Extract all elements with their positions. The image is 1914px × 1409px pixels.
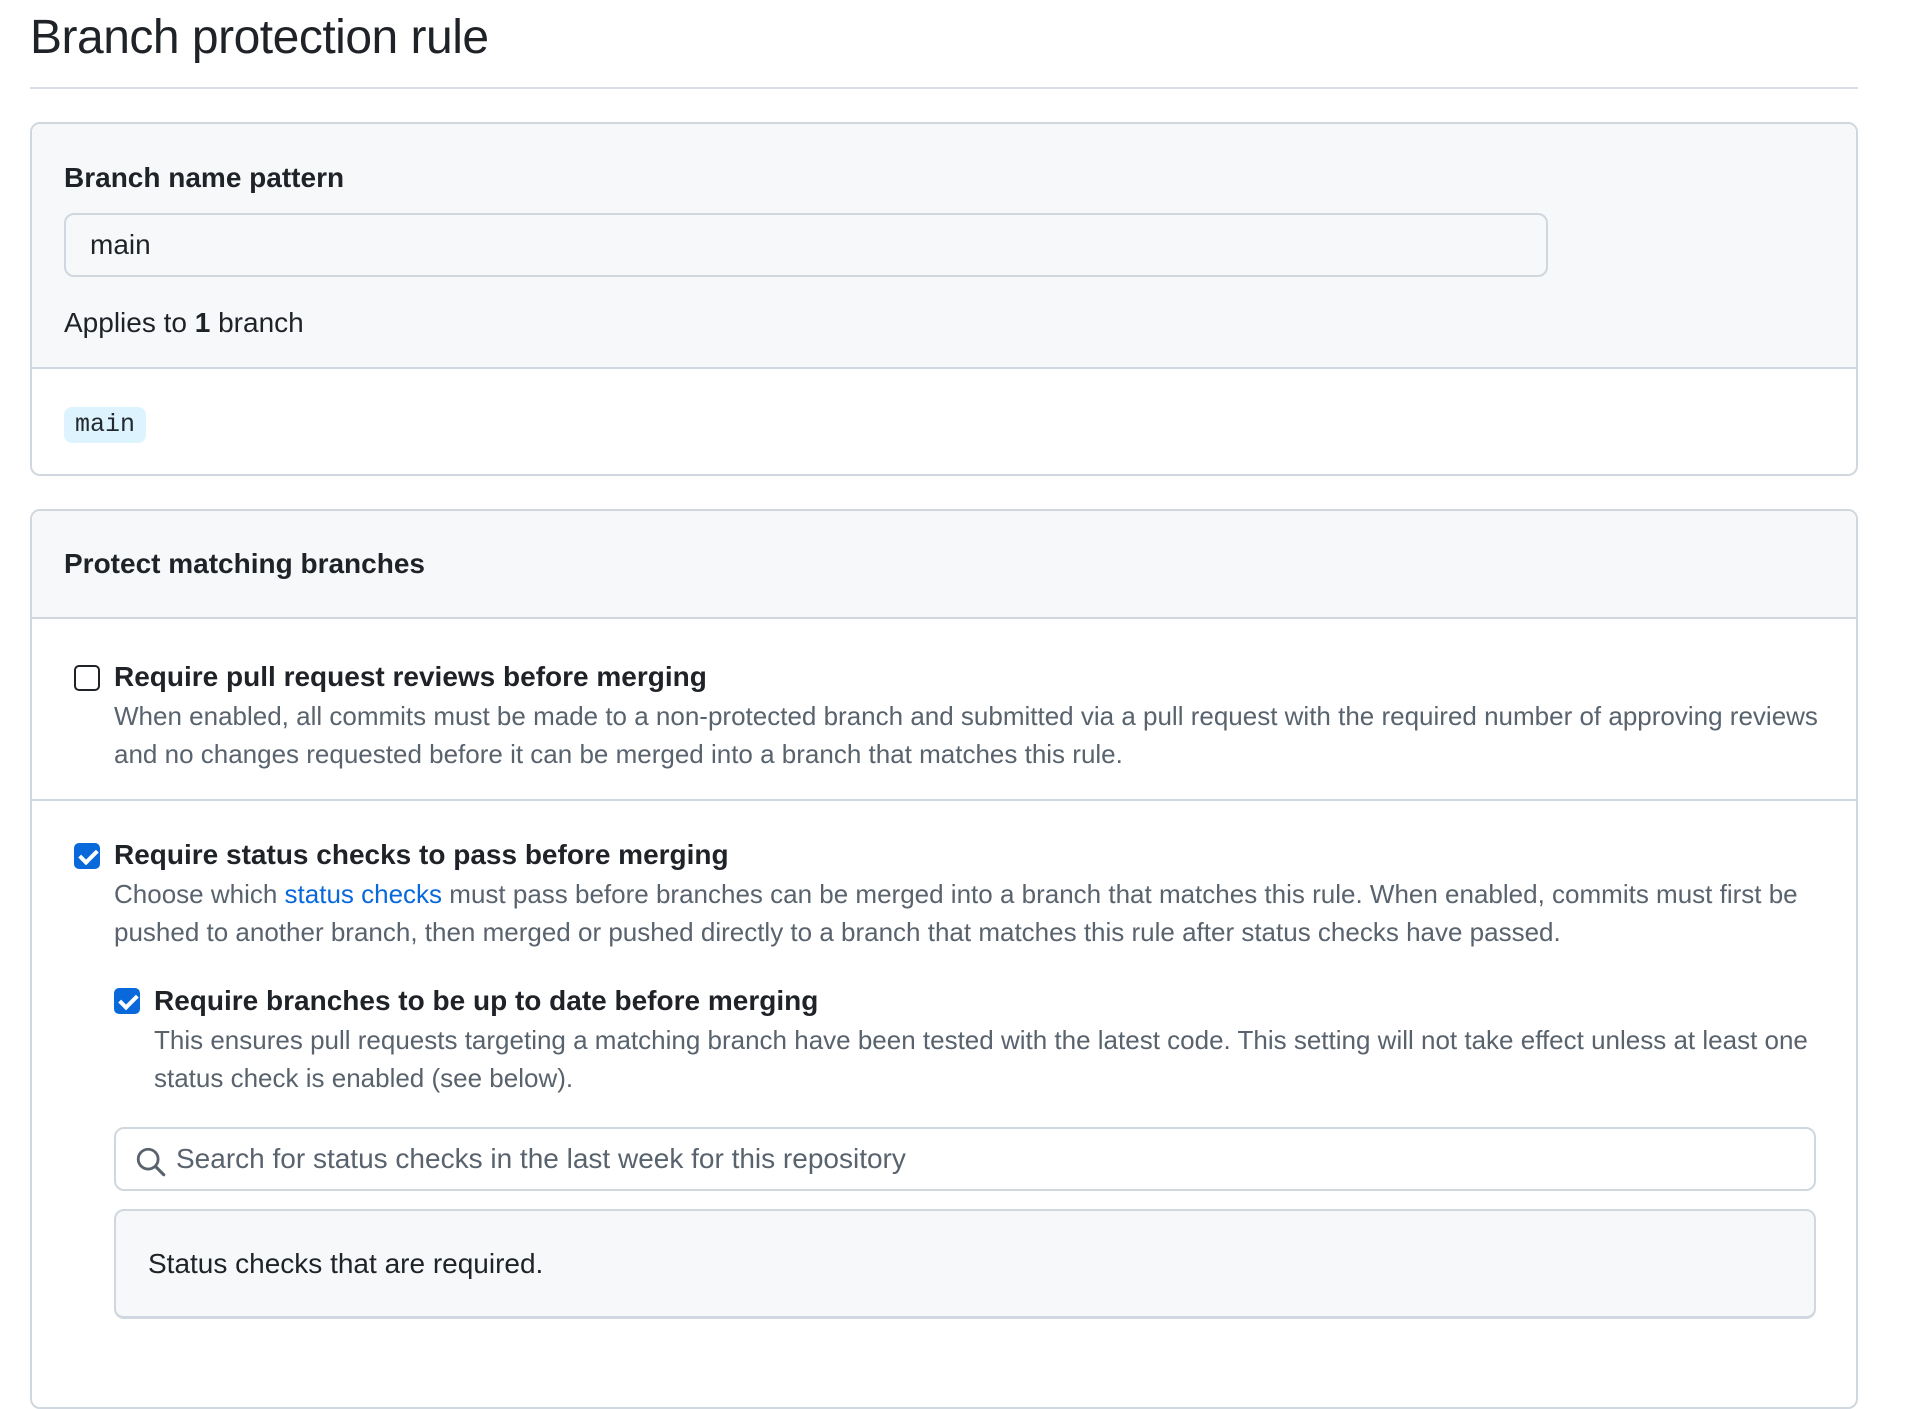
require-up-to-date-option: Require branches to be up to date before…	[114, 981, 1856, 1097]
required-status-checks-panel: Status checks that are required.	[114, 1209, 1816, 1319]
require-status-checks-option: Require status checks to pass before mer…	[32, 801, 1856, 1319]
require-status-checks-checkbox[interactable]	[74, 843, 100, 869]
applies-suffix: branch	[218, 307, 304, 338]
require-pr-reviews-description: When enabled, all commits must be made t…	[114, 701, 1818, 769]
status-checks-link[interactable]: status checks	[285, 879, 443, 909]
branch-name-pattern-input[interactable]	[64, 213, 1548, 277]
require-up-to-date-description: This ensures pull requests targeting a m…	[154, 1025, 1808, 1093]
status-check-search[interactable]	[114, 1127, 1816, 1191]
require-pr-reviews-checkbox[interactable]	[74, 665, 100, 691]
branch-name-pattern-label: Branch name pattern	[64, 162, 345, 193]
status-check-search-input[interactable]	[176, 1129, 1776, 1189]
protect-branches-header: Protect matching branches	[32, 511, 1856, 619]
page-title: Branch protection rule	[30, 0, 1858, 89]
applies-count: 1	[194, 307, 211, 338]
require-pr-reviews-title[interactable]: Require pull request reviews before merg…	[114, 657, 1856, 697]
branch-pattern-header: Branch name pattern Applies to 1 branch	[32, 124, 1856, 369]
branch-pattern-box: Branch name pattern Applies to 1 branch …	[30, 122, 1858, 476]
status-desc-before-link: Choose which	[114, 879, 278, 909]
require-pr-reviews-option: Require pull request reviews before merg…	[32, 619, 1856, 801]
branch-chip: main	[64, 407, 147, 443]
matched-branches: main	[32, 369, 1856, 474]
branch-protection-page: Branch protection rule Branch name patte…	[30, 0, 1858, 1409]
require-up-to-date-title[interactable]: Require branches to be up to date before…	[154, 981, 1856, 1021]
protect-branches-box: Protect matching branches Require pull r…	[30, 509, 1858, 1409]
applies-to-text: Applies to 1 branch	[64, 303, 1824, 343]
require-up-to-date-checkbox[interactable]	[114, 988, 140, 1014]
require-status-checks-title[interactable]: Require status checks to pass before mer…	[114, 835, 1856, 875]
search-icon	[136, 1147, 166, 1177]
require-status-checks-description: Choose which status checks must pass bef…	[114, 875, 1856, 951]
applies-prefix: Applies to	[64, 307, 187, 338]
